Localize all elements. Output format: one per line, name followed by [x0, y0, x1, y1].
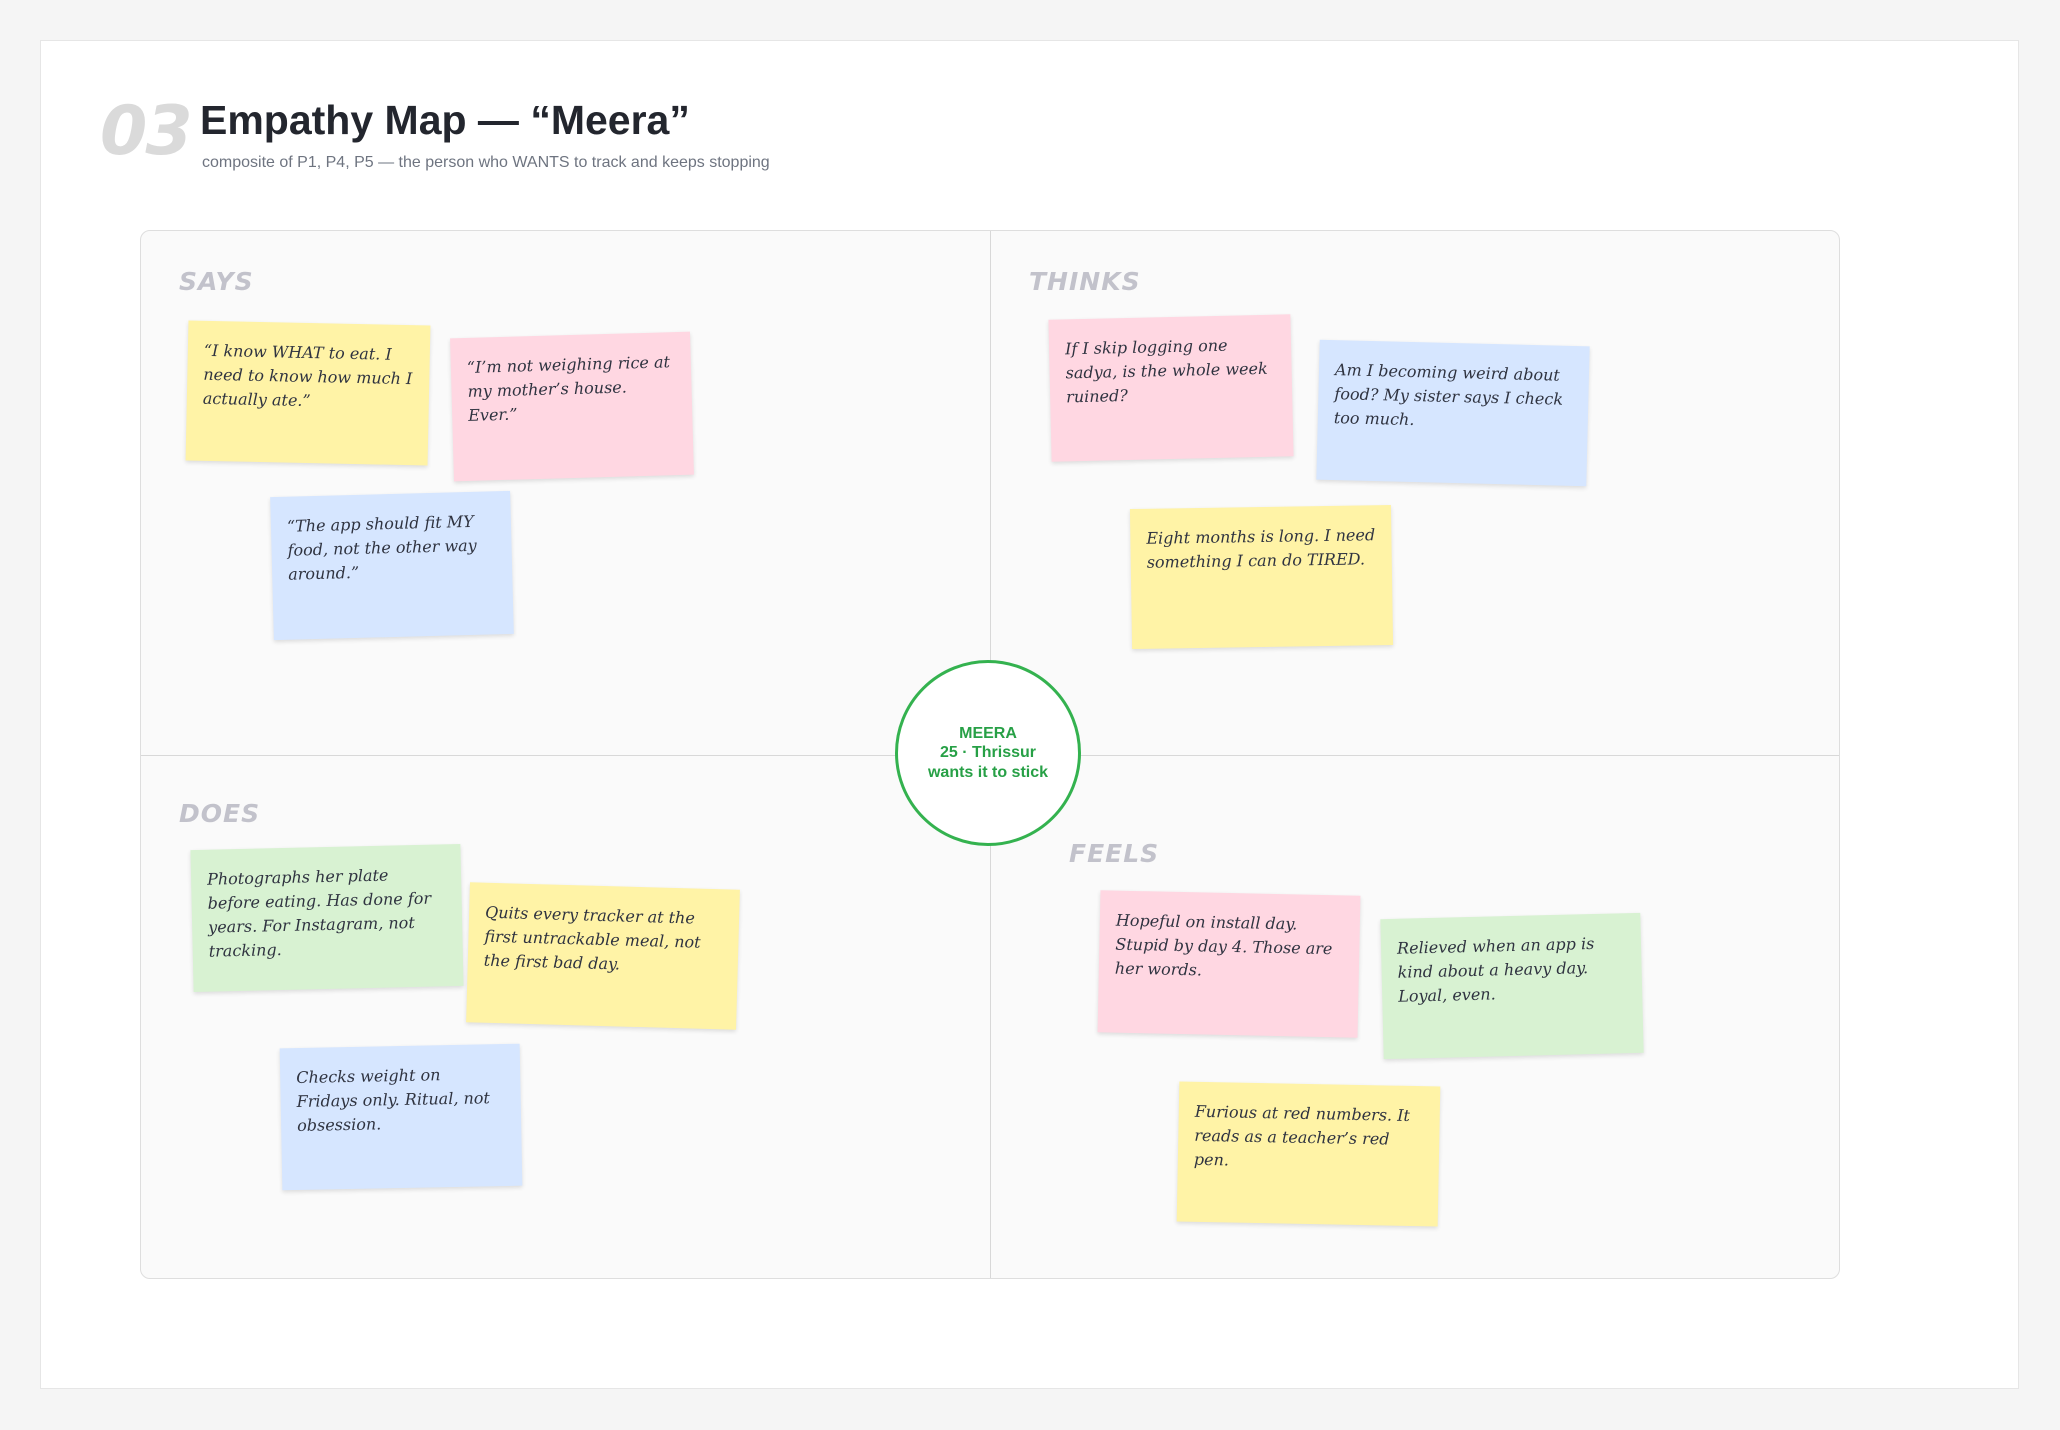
sticky-note[interactable]: Checks weight on Fridays only. Ritual, n… — [279, 1043, 523, 1191]
sticky-note[interactable]: If I skip logging one sadya, is the whol… — [1048, 314, 1294, 462]
sticky-note[interactable]: Photographs her plate before eating. Has… — [190, 843, 464, 993]
sticky-note[interactable]: “I know WHAT to eat. I need to know how … — [185, 320, 431, 466]
sticky-note[interactable]: Furious at red numbers. It reads as a te… — [1176, 1081, 1441, 1227]
sticky-note[interactable]: Eight months is long. I need something I… — [1129, 504, 1394, 650]
sticky-note[interactable]: Quits every tracker at the first untrack… — [466, 882, 740, 1030]
sticky-note[interactable]: Relieved when an app is kind about a hea… — [1380, 912, 1644, 1060]
section-number: 03 — [100, 92, 193, 171]
sticky-note[interactable]: “The app should fit MY food, not the oth… — [270, 490, 514, 641]
quadrant-label-says: SAYS — [179, 267, 254, 296]
persona-detail: 25 · Thrissur — [939, 744, 1037, 762]
quadrant-label-does: DOES — [179, 799, 261, 828]
page-subtitle: composite of P1, P4, P5 — the person who… — [202, 154, 770, 171]
sticky-note[interactable]: Hopeful on install day. Stupid by day 4.… — [1097, 890, 1361, 1038]
sticky-note[interactable]: “I’m not weighing rice at my mother’s ho… — [450, 331, 694, 482]
persona-name: MEERA — [959, 725, 1017, 743]
page-title: Empathy Map — “Meera” — [200, 97, 690, 143]
quadrant-label-thinks: THINKS — [1029, 267, 1141, 296]
persona-circle[interactable]: MEERA 25 · Thrissur wants it to stick — [895, 660, 1081, 846]
persona-goal: wants it to stick — [927, 763, 1049, 781]
quadrant-label-feels: FEELS — [1069, 839, 1160, 868]
sticky-note[interactable]: Am I becoming weird about food? My siste… — [1316, 339, 1590, 487]
